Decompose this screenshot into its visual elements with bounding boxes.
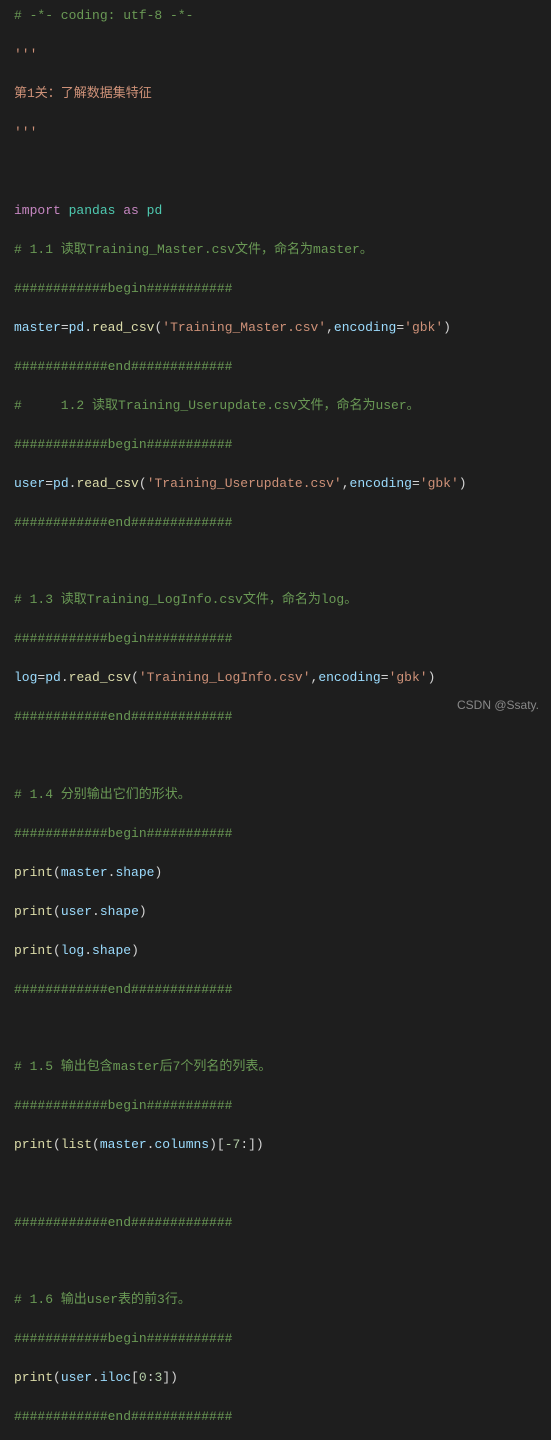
func-print: print <box>14 1370 53 1385</box>
docstring-close: ''' <box>14 125 37 140</box>
func-print: print <box>14 865 53 880</box>
comment-line: # 1.1 读取Training_Master.csv文件，命名为master。 <box>14 242 373 257</box>
comment-end: ############end############# <box>14 1409 232 1424</box>
comment-end: ############end############# <box>14 515 232 530</box>
comment-line: # 1.3 读取Training_LogInfo.csv文件，命名为log。 <box>14 592 357 607</box>
comment-end: ############end############# <box>14 1215 232 1230</box>
var-user: user <box>14 476 45 491</box>
comment-line: # 1.2 读取Training_Userupdate.csv文件，命名为use… <box>14 398 420 413</box>
comment-begin: ############begin########### <box>14 826 232 841</box>
comment-line: # -*- coding: utf-8 -*- <box>14 8 193 23</box>
code-editor[interactable]: # -*- coding: utf-8 -*- ''' 第1关：了解数据集特征 … <box>14 6 537 1440</box>
comment-end: ############end############# <box>14 982 232 997</box>
docstring-open: ''' <box>14 47 37 62</box>
func-print: print <box>14 943 53 958</box>
comment-line: # 1.5 输出包含master后7个列名的列表。 <box>14 1059 271 1074</box>
comment-begin: ############begin########### <box>14 281 232 296</box>
var-master: master <box>14 320 61 335</box>
keyword-as: as <box>123 203 139 218</box>
comment-line: # 1.6 输出user表的前3行。 <box>14 1292 191 1307</box>
comment-begin: ############begin########### <box>14 1098 232 1113</box>
comment-end: ############end############# <box>14 359 232 374</box>
func-read-csv: read_csv <box>92 320 154 335</box>
alias-pd: pd <box>139 203 162 218</box>
comment-line: # 1.4 分别输出它们的形状。 <box>14 787 191 802</box>
comment-end: ############end############# <box>14 709 232 724</box>
func-print: print <box>14 904 53 919</box>
watermark: CSDN @Ssaty. <box>457 696 539 714</box>
func-print: print <box>14 1137 53 1152</box>
var-log: log <box>14 670 37 685</box>
comment-begin: ############begin########### <box>14 631 232 646</box>
string-filename: 'Training_Master.csv' <box>162 320 326 335</box>
docstring-text: 第1关：了解数据集特征 <box>14 86 152 101</box>
comment-begin: ############begin########### <box>14 437 232 452</box>
comment-begin: ############begin########### <box>14 1331 232 1346</box>
module-pandas: pandas <box>61 203 123 218</box>
keyword-import: import <box>14 203 61 218</box>
